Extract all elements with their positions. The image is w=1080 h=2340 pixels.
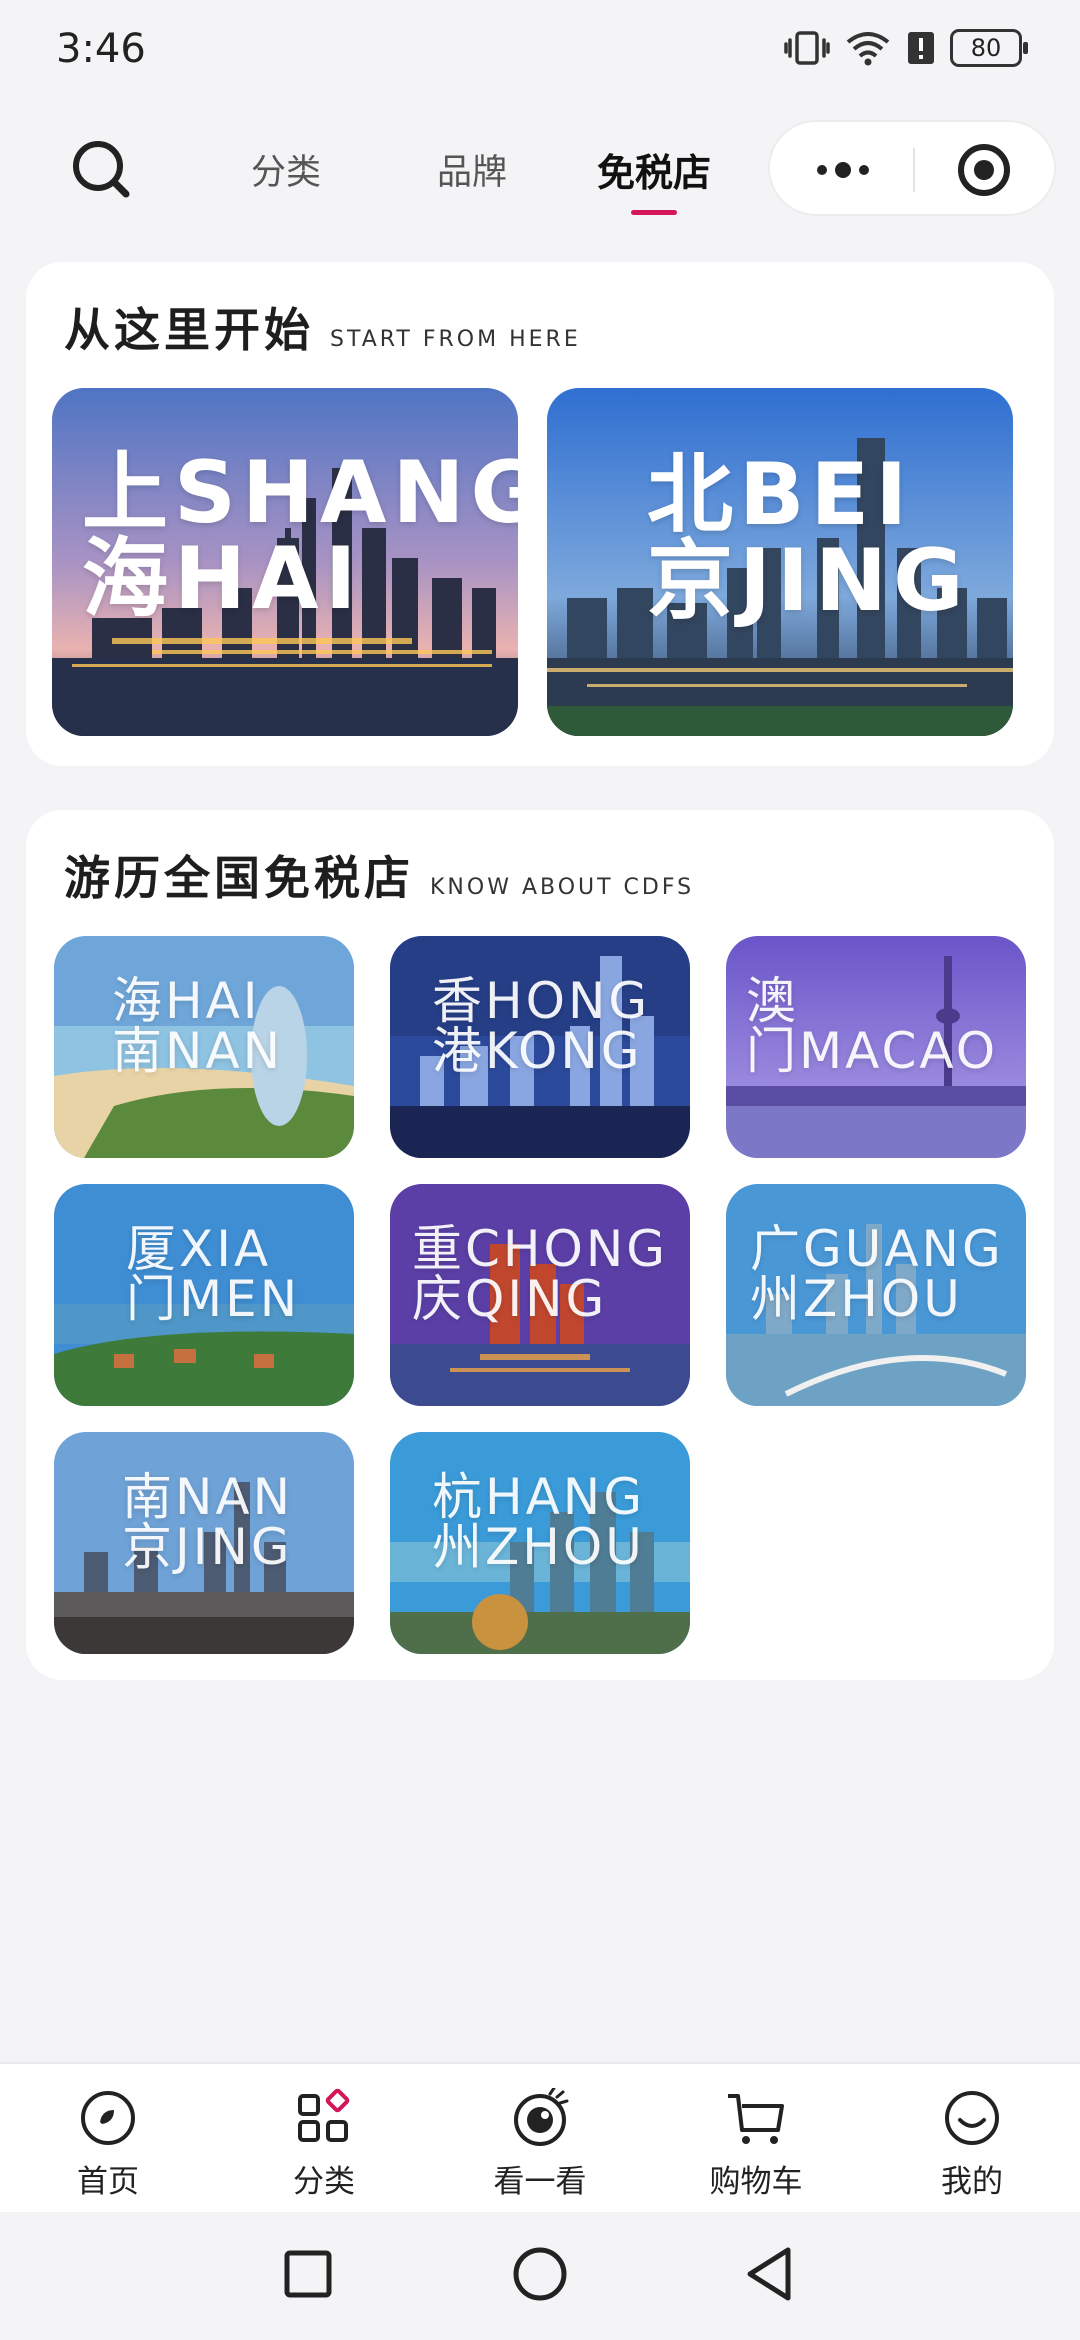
tab-label: 免税店 [597,151,712,195]
city-tile-beijing[interactable]: 北BEI 京JING [547,388,1013,736]
store-tile-xiamen[interactable]: 厦XIA 门MEN [54,1184,354,1406]
bottom-tab-cart[interactable]: 购物车 [648,2064,864,2214]
home-icon [81,2091,135,2145]
city-cn: 上 [82,443,174,543]
capsule-divider [913,148,915,192]
status-icons: 80 [784,28,1028,68]
city-label: 北BEI 京JING [647,452,970,624]
search-icon [73,141,130,198]
tab-duty-free[interactable]: 免税店 [597,142,712,215]
more-icon [817,162,869,178]
store-label: 香HONG 港KONG [432,976,650,1076]
store-label-line2: 港KONG [432,1022,643,1080]
category-icon [298,2088,350,2142]
store-label-line2: 门MACAO [746,1022,999,1080]
section-title: 游历全国免税店 KNOW ABOUT CDFS [64,842,694,908]
smile-icon [945,2091,999,2145]
bottom-tab-label: 购物车 [709,2164,803,2200]
tab-brand[interactable]: 品牌 [437,144,507,195]
store-label-line1: 厦XIA [126,1220,272,1278]
city-en: SHANG [174,443,518,543]
bottom-tab-bar: 首页 分类 看一看 购物车 我的 [0,2062,1080,2212]
bottom-tab-home[interactable]: 首页 [0,2064,216,2214]
store-tile-guangzhou[interactable]: 广GUANG 州ZHOU [726,1184,1026,1406]
store-label: 杭HANG 州ZHOU [432,1472,645,1572]
store-label: 广GUANG 州ZHOU [750,1224,1004,1324]
store-label: 厦XIA 门MEN [126,1224,300,1324]
store-tile-macao[interactable]: 澳 门MACAO [726,936,1026,1158]
target-icon [958,144,1010,196]
battery-indicator: 80 [950,29,1028,67]
bottom-tab-label: 我的 [941,2164,1003,2200]
section-title-cn: 游历全国免税店 [64,851,414,905]
tab-label: 品牌 [437,153,508,193]
section-title: 从这里开始 START FROM HERE [64,294,581,360]
vibrate-icon [784,31,830,65]
bottom-tab-label: 看一看 [493,2164,587,2200]
bottom-tab-label: 分类 [293,2164,355,2200]
store-label: 澳 门MACAO [746,976,998,1076]
more-button[interactable] [808,150,878,190]
store-tile-nanjing[interactable]: 南NAN 京JING [54,1432,354,1654]
circle-icon [513,2247,567,2301]
store-tile-hangzhou[interactable]: 杭HANG 州ZHOU [390,1432,690,1654]
section-title-en: KNOW ABOUT CDFS [430,875,695,900]
store-tile-chongqing[interactable]: 重CHONG 庆QING [390,1184,690,1406]
city-en: HAI [174,529,363,629]
system-navigation-bar [0,2212,1080,2340]
alert-icon [908,32,934,64]
recent-apps-button[interactable] [276,2242,340,2306]
store-label-line1: 广GUANG [750,1220,1004,1278]
back-triangle-icon [747,2247,791,2301]
status-bar: 3:46 80 [0,0,1080,104]
city-en: BEI [739,445,914,545]
battery-level: 80 [970,34,1002,62]
city-en: JING [739,531,970,631]
store-label-line1: 澳 [746,972,799,1030]
store-label-line1: 海HAI [112,972,261,1030]
section-title-en: START FROM HERE [330,327,581,352]
store-label-line2: 州ZHOU [750,1270,963,1328]
wifi-icon [846,32,890,66]
store-label-line1: 南NAN [122,1468,294,1526]
store-label-line2: 州ZHOU [432,1518,645,1576]
start-here-section: 从这里开始 START FROM HERE 上SHANG 海HAI 北BEI 京… [26,262,1054,766]
status-time: 3:46 [56,26,146,72]
tab-label: 分类 [251,153,322,193]
eye-icon [514,2088,569,2146]
tab-category[interactable]: 分类 [251,144,321,195]
active-tab-indicator [631,210,677,215]
search-button[interactable] [64,132,140,208]
cart-icon [728,2094,784,2144]
city-label: 上SHANG 海HAI [82,450,518,622]
city-cn: 北 [647,445,739,545]
top-nav: 分类 品牌 免税店 [0,104,1080,234]
store-label-line1: 重CHONG [412,1220,669,1278]
store-label-line2: 南NAN [112,1022,284,1080]
bottom-tab-mine[interactable]: 我的 [864,2064,1080,2214]
back-button[interactable] [740,2242,804,2306]
store-label-line1: 香HONG [432,972,651,1030]
store-label-line2: 门MEN [126,1270,301,1328]
store-tile-hainan[interactable]: 海HAI 南NAN [54,936,354,1158]
bottom-tab-label: 首页 [77,2164,139,2200]
store-label-line2: 庆QING [412,1270,608,1328]
store-label-line2: 京JING [122,1518,293,1576]
bottom-tab-discover[interactable]: 看一看 [432,2064,648,2214]
store-label: 海HAI 南NAN [112,976,283,1076]
store-tile-hongkong[interactable]: 香HONG 港KONG [390,936,690,1158]
mini-program-capsule [768,120,1056,216]
store-label: 重CHONG 庆QING [412,1224,668,1324]
store-label: 南NAN 京JING [122,1472,293,1572]
cdfs-stores-section: 游历全国免税店 KNOW ABOUT CDFS 海HAI 南NAN 香HONG … [26,810,1054,1680]
city-cn: 海 [82,529,174,629]
store-label-line1: 杭HANG [432,1468,645,1526]
home-system-button[interactable] [508,2242,572,2306]
square-icon [284,2250,332,2298]
bottom-tab-category[interactable]: 分类 [216,2064,432,2214]
close-mini-program-button[interactable] [956,142,1012,198]
section-title-cn: 从这里开始 [64,303,314,357]
city-tile-shanghai[interactable]: 上SHANG 海HAI [52,388,518,736]
city-cn: 京 [647,531,739,631]
